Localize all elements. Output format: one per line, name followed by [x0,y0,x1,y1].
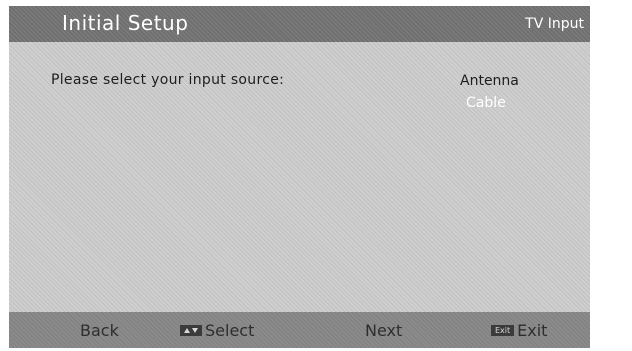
next-button[interactable]: Next [365,321,402,340]
content-panel: Please select your input source: Antenna… [9,42,590,312]
select-label: Select [205,321,255,340]
arrow-up-icon [184,328,190,333]
select-button[interactable]: Select [180,321,254,340]
footer-bar: Back Select Next Exit Exit [9,312,590,348]
section-label: TV Input [525,16,584,32]
exit-button[interactable]: Exit Exit [491,321,547,340]
input-source-prompt: Please select your input source: [51,72,285,88]
back-button[interactable]: Back [80,321,119,340]
page-title: Initial Setup [62,11,189,35]
up-down-keys-icon [180,325,202,336]
header-bar: Initial Setup TV Input [9,6,590,42]
exit-label: Exit [517,321,548,340]
exit-key-icon: Exit [491,325,515,336]
back-label: Back [80,321,119,340]
next-label: Next [365,321,403,340]
input-source-list: Antenna Cable [460,72,519,116]
arrow-down-icon [192,328,198,333]
tv-setup-screen: Initial Setup TV Input Please select you… [0,0,632,351]
option-cable[interactable]: Cable [466,94,519,116]
option-antenna[interactable]: Antenna [460,72,519,94]
